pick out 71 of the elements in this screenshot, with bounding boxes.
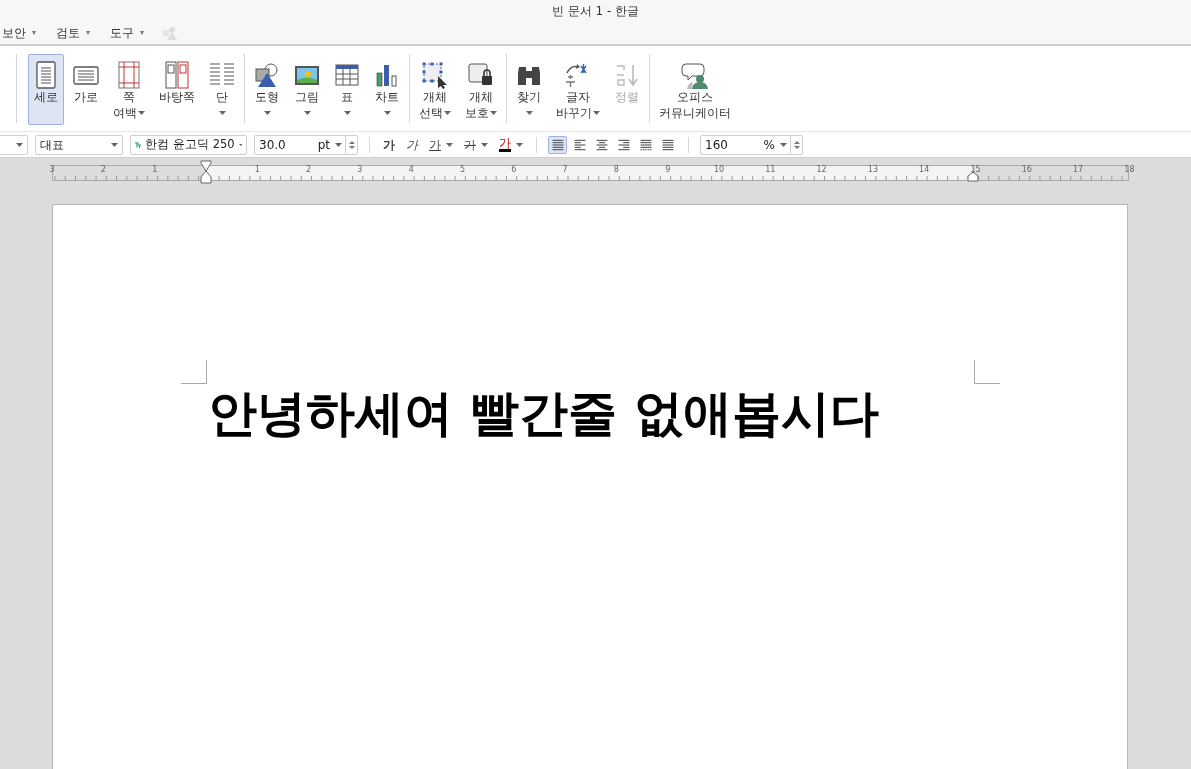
menu-item[interactable]: 검토 ▾ xyxy=(54,24,109,42)
ruler-label: 12 xyxy=(816,164,827,176)
indent-marker-icon[interactable] xyxy=(200,160,212,184)
spin-down-icon[interactable] xyxy=(348,145,355,149)
menu-item[interactable]: 보안 ▾ xyxy=(0,24,54,42)
margin-icon xyxy=(116,61,142,89)
ruler-label: 11 xyxy=(765,164,776,176)
style-dropdown[interactable]: 대표 xyxy=(35,134,123,155)
caret-icon xyxy=(111,142,118,147)
ribbon-button[interactable]: 쪽 여백 xyxy=(108,54,150,125)
ribbon-button[interactable]: 글자 바꾸기 xyxy=(551,54,605,125)
ruler-label: 5 xyxy=(459,164,466,176)
ribbon-button[interactable]: 세로 xyxy=(28,54,64,125)
ruler-label: 14 xyxy=(919,164,930,176)
ribbon-button[interactable]: 오피스 커뮤니케이터 xyxy=(654,54,736,125)
table-icon xyxy=(334,61,360,89)
character-format-button[interactable]: 가 xyxy=(404,135,420,154)
document-page[interactable]: 안녕하세여 빨간줄 없애봅시다 xyxy=(52,204,1128,769)
spin-down-icon[interactable] xyxy=(793,145,800,149)
ruler-label: 3 xyxy=(357,164,363,176)
caret-icon xyxy=(16,142,23,147)
line-spacing-field[interactable]: 160 % xyxy=(700,134,803,155)
caret-icon xyxy=(335,142,342,147)
margin-corner-mark xyxy=(181,360,207,384)
font-size-field[interactable]: 30.0 pt xyxy=(254,134,358,155)
ruler-label: 1 xyxy=(254,164,260,176)
page-portrait-icon xyxy=(33,61,59,89)
ruler-label: 2 xyxy=(306,164,312,176)
object-select-icon xyxy=(421,61,449,89)
ruler-label: 16 xyxy=(1021,164,1032,176)
menu-item[interactable]: 도구 ▾ xyxy=(108,24,163,42)
character-format-button[interactable]: 가 xyxy=(427,135,455,154)
ribbon-button[interactable]: 표 xyxy=(329,54,365,125)
master-page-icon xyxy=(164,61,190,89)
ribbon-button[interactable]: 개체 보호 xyxy=(460,54,502,125)
caret-icon xyxy=(780,142,787,147)
align-button[interactable] xyxy=(548,135,567,154)
spin-up-icon[interactable] xyxy=(348,140,355,144)
window-title: 빈 문서 1 - 한글 xyxy=(551,3,640,20)
ruler-label: 15 xyxy=(970,164,981,176)
ribbon-button[interactable]: 차트 xyxy=(369,54,405,125)
ribbon-button[interactable]: 단 xyxy=(204,54,240,125)
shapes-icon xyxy=(254,61,280,89)
ruler-label: 9 xyxy=(665,164,671,176)
right-indent-marker-icon[interactable] xyxy=(967,171,979,182)
ribbon-button[interactable]: 그림 xyxy=(289,54,325,125)
ruler-label: 7 xyxy=(562,164,568,176)
ruler-label: 13 xyxy=(867,164,878,176)
character-format-button[interactable]: 가 xyxy=(497,137,525,152)
ruler-label: 8 xyxy=(613,164,619,176)
margin-corner-mark xyxy=(974,360,1000,384)
ruler-label: 6 xyxy=(511,164,517,176)
ribbon-button[interactable]: 개체 선택 xyxy=(414,54,456,125)
ruler-label: 17 xyxy=(1073,164,1084,176)
messenger-icon xyxy=(680,61,710,89)
ruler-label: 1 xyxy=(152,164,158,176)
ribbon-button[interactable]: 가로 xyxy=(68,54,104,125)
dropdown-field[interactable] xyxy=(0,134,28,155)
ruler-label: 18 xyxy=(1124,164,1135,176)
ribbon-button[interactable]: 바탕쪽 xyxy=(154,54,200,125)
ribbon-button[interactable]: 찾기 xyxy=(511,54,547,125)
ruler-label: 2 xyxy=(100,164,106,176)
spin-up-icon[interactable] xyxy=(793,140,800,144)
character-format-button[interactable]: 가 xyxy=(462,135,490,154)
font-dropdown[interactable]: 한컴 윤고딕 250 xyxy=(130,134,247,155)
ribbon-button[interactable]: 도형 xyxy=(249,54,285,125)
ruler-label: 4 xyxy=(408,164,414,176)
character-format-button[interactable]: 가 xyxy=(381,135,397,154)
document-text[interactable]: 안녕하세여 빨간줄 없애봅시다 xyxy=(208,385,880,442)
ruler-label: 3 xyxy=(49,164,55,176)
ruler-label: 10 xyxy=(713,164,725,176)
